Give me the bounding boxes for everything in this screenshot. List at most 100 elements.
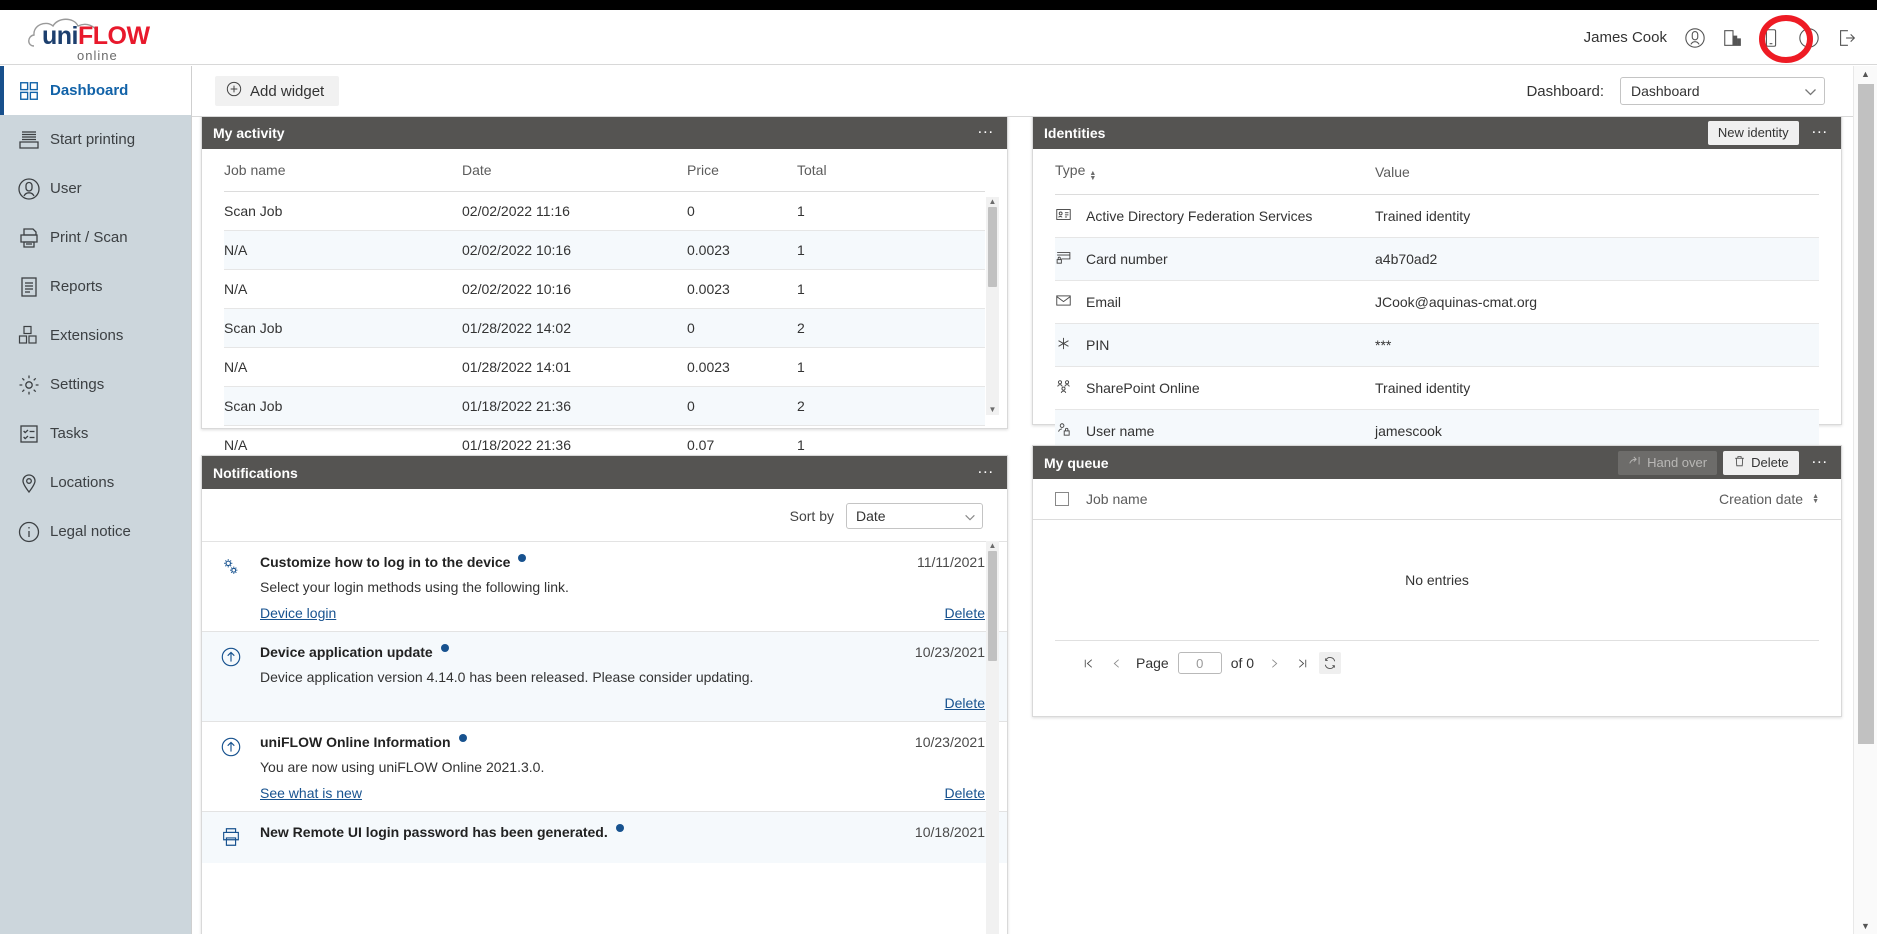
notification-link[interactable]: See what is new [260,785,362,801]
logout-icon[interactable] [1835,26,1859,50]
notification-item[interactable]: uniFLOW Online Information 10/23/2021 Yo… [202,721,1007,811]
scrollbar-thumb[interactable] [988,207,997,287]
identity-type-label: Active Directory Federation Services [1086,208,1313,224]
sidebar-item-label: Settings [50,376,105,393]
cell-total: 2 [797,386,985,426]
uniflow-logo[interactable]: uniFLOW online [20,10,160,65]
sidebar-item-start-printing[interactable]: Start printing [0,115,191,164]
sidebar-item-label: Locations [50,474,115,491]
notification-delete-link[interactable]: Delete [945,695,985,711]
cell-job-name: N/A [224,230,462,270]
notification-description: Device application version 4.14.0 has be… [260,669,754,685]
notification-date: 10/18/2021 [914,824,985,840]
widget-menu-button[interactable]: ... [971,461,1001,477]
add-widget-button[interactable]: Add widget [215,76,340,106]
widget-menu-button[interactable]: ... [1805,451,1835,467]
previous-page-button[interactable] [1105,652,1127,674]
unread-dot-icon [518,554,527,562]
table-row[interactable]: Active Directory Federation Services Tra… [1055,194,1819,238]
col-job-name[interactable]: Job name [224,149,462,192]
help-question-icon[interactable] [1797,26,1821,50]
notification-date: 11/11/2021 [917,554,985,570]
widget-my-queue: My queue Hand over Delete ... Job name C… [1032,445,1842,717]
user-account-icon[interactable] [1683,26,1707,50]
widget-menu-button[interactable]: ... [971,121,1001,137]
col-creation-date[interactable]: Creation date ▲ ▼ [1719,491,1819,507]
sidebar-item-user[interactable]: User [0,164,191,213]
table-row[interactable]: PIN *** [1055,323,1819,367]
table-row[interactable]: Card number a4b70ad2 [1055,237,1819,281]
col-price[interactable]: Price [687,149,797,192]
table-row[interactable]: SharePoint Online Trained identity [1055,366,1819,410]
delete-label: Delete [1751,455,1789,470]
extensions-boxes-icon [8,321,50,351]
sidebar-item-dashboard[interactable]: Dashboard [0,66,191,115]
sort-by-select[interactable]: Date [846,503,983,529]
hand-over-button[interactable]: Hand over [1618,450,1718,475]
next-page-button[interactable] [1263,652,1285,674]
dashboard-selector-label: Dashboard: [1526,82,1604,100]
col-job-name[interactable]: Job name [1086,491,1147,507]
notification-item[interactable]: New Remote UI login password has been ge… [202,811,1007,863]
sidebar-item-settings[interactable]: Settings [0,360,191,409]
sidebar-item-tasks[interactable]: Tasks [0,409,191,458]
notification-delete-link[interactable]: Delete [945,785,985,801]
card-lock-icon [1055,249,1072,269]
notification-link[interactable]: Device login [260,605,336,621]
chevron-down-icon [1805,83,1816,99]
select-all-checkbox[interactable] [1055,492,1069,506]
sidebar-item-extensions[interactable]: Extensions [0,311,191,360]
table-row[interactable]: N/A 02/02/2022 10:16 0.0023 1 [224,269,985,309]
col-type[interactable]: Type ▲ ▼ [1055,149,1375,195]
sort-arrows-icon: ▲ ▼ [1089,170,1097,182]
col-date[interactable]: Date [462,149,687,192]
sidebar-item-print-scan[interactable]: Print / Scan [0,213,191,262]
table-row[interactable]: Scan Job 02/02/2022 11:16 0 1 [224,191,985,231]
notifications-scrollbar[interactable]: ▲ [986,541,999,934]
print-scan-icon [8,223,50,253]
sidebar-item-reports[interactable]: Reports [0,262,191,311]
reports-chart-icon[interactable] [1721,26,1745,50]
table-row[interactable]: Scan Job 01/28/2022 14:02 0 2 [224,308,985,348]
mobile-device-icon[interactable] [1759,26,1783,50]
scroll-down-arrow-icon[interactable]: ▼ [1861,918,1870,934]
table-row[interactable]: N/A 01/28/2022 14:01 0.0023 1 [224,347,985,387]
scroll-up-arrow-icon[interactable]: ▲ [1861,66,1870,82]
first-page-button[interactable] [1077,652,1099,674]
browser-vertical-scrollbar[interactable]: ▲ ▼ [1853,66,1877,934]
scroll-down-arrow-icon[interactable]: ▼ [989,405,997,415]
scroll-up-arrow-icon[interactable]: ▲ [989,541,997,551]
widget-header: Identities New identity ... [1033,117,1841,149]
sidebar-item-locations[interactable]: Locations [0,458,191,507]
gears-icon [220,554,260,621]
unread-dot-icon [458,734,467,742]
notification-item[interactable]: Customize how to log in to the device 11… [202,541,1007,631]
last-page-button[interactable] [1291,652,1313,674]
cell-value: JCook@aquinas-cmat.org [1375,280,1819,324]
sidebar-item-label: Reports [50,278,103,295]
table-row[interactable]: N/A 02/02/2022 10:16 0.0023 1 [224,230,985,270]
scroll-up-arrow-icon[interactable]: ▲ [989,197,997,207]
notification-delete-link[interactable]: Delete [945,605,985,621]
new-identity-button[interactable]: New identity [1707,120,1799,145]
delete-button[interactable]: Delete [1723,450,1799,475]
scrollbar-thumb[interactable] [1857,84,1874,744]
widget-my-activity: My activity ... Job name Date Price Tota… [201,117,1008,487]
my-activity-scrollbar[interactable]: ▲ ▼ [986,197,999,415]
dashboard-select[interactable]: Dashboard [1620,77,1825,105]
notification-item[interactable]: Device application update 10/23/2021 Dev… [202,631,1007,721]
table-row[interactable]: Email JCook@aquinas-cmat.org [1055,280,1819,324]
col-total[interactable]: Total [797,149,985,192]
widget-title: Identities [1044,124,1106,141]
cell-date: 01/28/2022 14:02 [462,308,687,348]
page-number-input[interactable]: 0 [1177,652,1222,674]
sidebar-item-legal-notice[interactable]: Legal notice [0,507,191,556]
cell-total: 1 [797,269,985,309]
scrollbar-thumb[interactable] [988,551,997,661]
refresh-button[interactable] [1319,652,1342,674]
dashboard-content: My activity ... Job name Date Price Tota… [192,117,1853,934]
table-row[interactable]: Scan Job 01/18/2022 21:36 0 2 [224,386,985,426]
gear-icon [8,370,50,400]
col-value[interactable]: Value [1375,149,1819,195]
widget-menu-button[interactable]: ... [1805,121,1835,137]
